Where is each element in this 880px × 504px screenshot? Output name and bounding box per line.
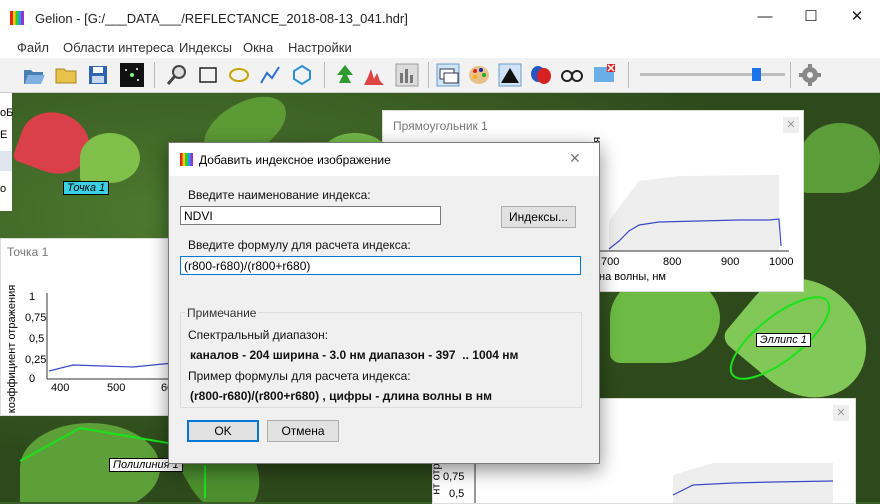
polyline-icon[interactable] (258, 63, 282, 87)
menu-file[interactable]: Файл (17, 40, 49, 55)
menu-settings[interactable]: Настройки (288, 40, 352, 55)
app-logo-icon (10, 11, 24, 25)
palette-icon[interactable] (467, 63, 491, 87)
y-tick-label: 1 (29, 291, 36, 303)
window-title: Gelion - [G:/___DATA___/REFLECTANCE_2018… (35, 11, 408, 26)
open-folder-icon[interactable] (22, 63, 46, 87)
x-tick-label: 700 (601, 256, 620, 268)
index-name-label: Введите наименование индекса: (188, 188, 371, 202)
app-logo-icon (180, 153, 193, 166)
leaf-icon[interactable] (333, 63, 357, 87)
dialog-title: Добавить индексное изображение (199, 153, 391, 167)
dialog-title-bar: Добавить индексное изображение ✕ (169, 143, 599, 176)
y-tick-label: 0 (29, 373, 36, 385)
toolbar-separator (154, 62, 155, 88)
rectangle-spectrum-chart (599, 175, 789, 252)
y-axis-label-fragment: нт отр (430, 463, 443, 495)
add-index-dialog: Добавить индексное изображение ✕ Введите… (168, 142, 600, 464)
x-tick-label: 400 (51, 382, 70, 394)
masks-icon[interactable] (529, 63, 553, 87)
range-value: каналов - 204 ширина - 3.0 нм диапазон -… (190, 348, 519, 362)
polygon-icon[interactable] (290, 63, 314, 87)
bars-icon[interactable] (395, 63, 419, 87)
y-tick-label: 0,5 (29, 333, 45, 345)
y-tick-label: 0,75 (443, 471, 465, 483)
point-spectrum-panel[interactable]: Точка 1 коэффициент отражения 1 0,75 0,5… (0, 238, 180, 416)
y-axis-label: коэффициент отражения (6, 284, 18, 414)
title-bar: Gelion - [G:/___DATA___/REFLECTANCE_2018… (0, 0, 880, 34)
x-axis-label-fragment: на волны, нм (599, 271, 666, 283)
magnifier-icon[interactable] (165, 63, 189, 87)
x-tick-label: 500 (107, 382, 126, 394)
menu-windows[interactable]: Окна (243, 40, 273, 55)
maximize-button[interactable]: ☐ (788, 0, 834, 34)
point-spectrum-chart (46, 293, 179, 380)
menu-bar: Файл Области интереса Индексы Окна Настр… (0, 34, 880, 58)
toolbar (0, 58, 880, 93)
toolbar-separator (628, 62, 629, 88)
zoom-slider-track[interactable] (640, 73, 785, 76)
close-button[interactable]: ✕ (834, 0, 880, 34)
toolbar-separator (790, 62, 791, 88)
ellipse-icon[interactable] (227, 63, 251, 87)
menu-indexes[interactable]: Индексы (179, 40, 232, 55)
panel-title: Прямоугольник 1 (393, 119, 488, 133)
histogram-icon[interactable] (362, 63, 386, 87)
formula-label: Введите формулу для расчета индекса: (188, 238, 411, 252)
x-tick-label: 900 (721, 256, 740, 268)
toolbar-separator (428, 62, 429, 88)
triangle-icon[interactable] (498, 63, 522, 87)
index-name-input[interactable]: NDVI (180, 206, 441, 225)
polyline-roi[interactable] (19, 426, 169, 462)
gear-icon[interactable] (798, 63, 822, 87)
formula-input[interactable]: (r800-r680)/(r800+r680) (180, 256, 581, 275)
dialog-close-button[interactable]: ✕ (569, 150, 581, 167)
x-tick-label: 1000 (769, 256, 794, 268)
indexes-button[interactable]: Индексы... (501, 206, 576, 228)
ellipse-annotation[interactable]: Эллипс 1 (756, 333, 811, 347)
range-label: Спектральный диапазон: (188, 328, 329, 342)
rectangle-icon[interactable] (196, 63, 220, 87)
windows-icon[interactable] (436, 63, 460, 87)
zoom-slider-thumb[interactable] (752, 68, 761, 81)
point-annotation[interactable]: Точка 1 (63, 181, 110, 195)
y-tick-label: 0,5 (449, 488, 465, 500)
panel-title: Точка 1 (7, 245, 49, 259)
stars-icon[interactable] (120, 63, 144, 87)
cancel-button[interactable]: Отмена (267, 420, 339, 442)
save-icon[interactable] (86, 63, 110, 87)
folder-icon[interactable] (54, 63, 78, 87)
note-title: Примечание (185, 306, 259, 320)
x-tick-label: 800 (663, 256, 682, 268)
example-value: (r800-r680)/(r800+r680) , цифры - длина … (190, 389, 492, 403)
ok-button[interactable]: OK (187, 420, 259, 442)
glasses-icon[interactable] (560, 63, 584, 87)
panel-close-button[interactable]: ✕ (783, 117, 799, 133)
menu-regions[interactable]: Области интереса (63, 40, 174, 55)
minimize-button[interactable]: — (742, 0, 788, 34)
panel-close-button[interactable]: ✕ (833, 405, 849, 421)
toolbar-separator (324, 62, 325, 88)
screen-delete-icon[interactable] (592, 63, 616, 87)
example-label: Пример формулы для расчета индекса: (188, 369, 411, 383)
